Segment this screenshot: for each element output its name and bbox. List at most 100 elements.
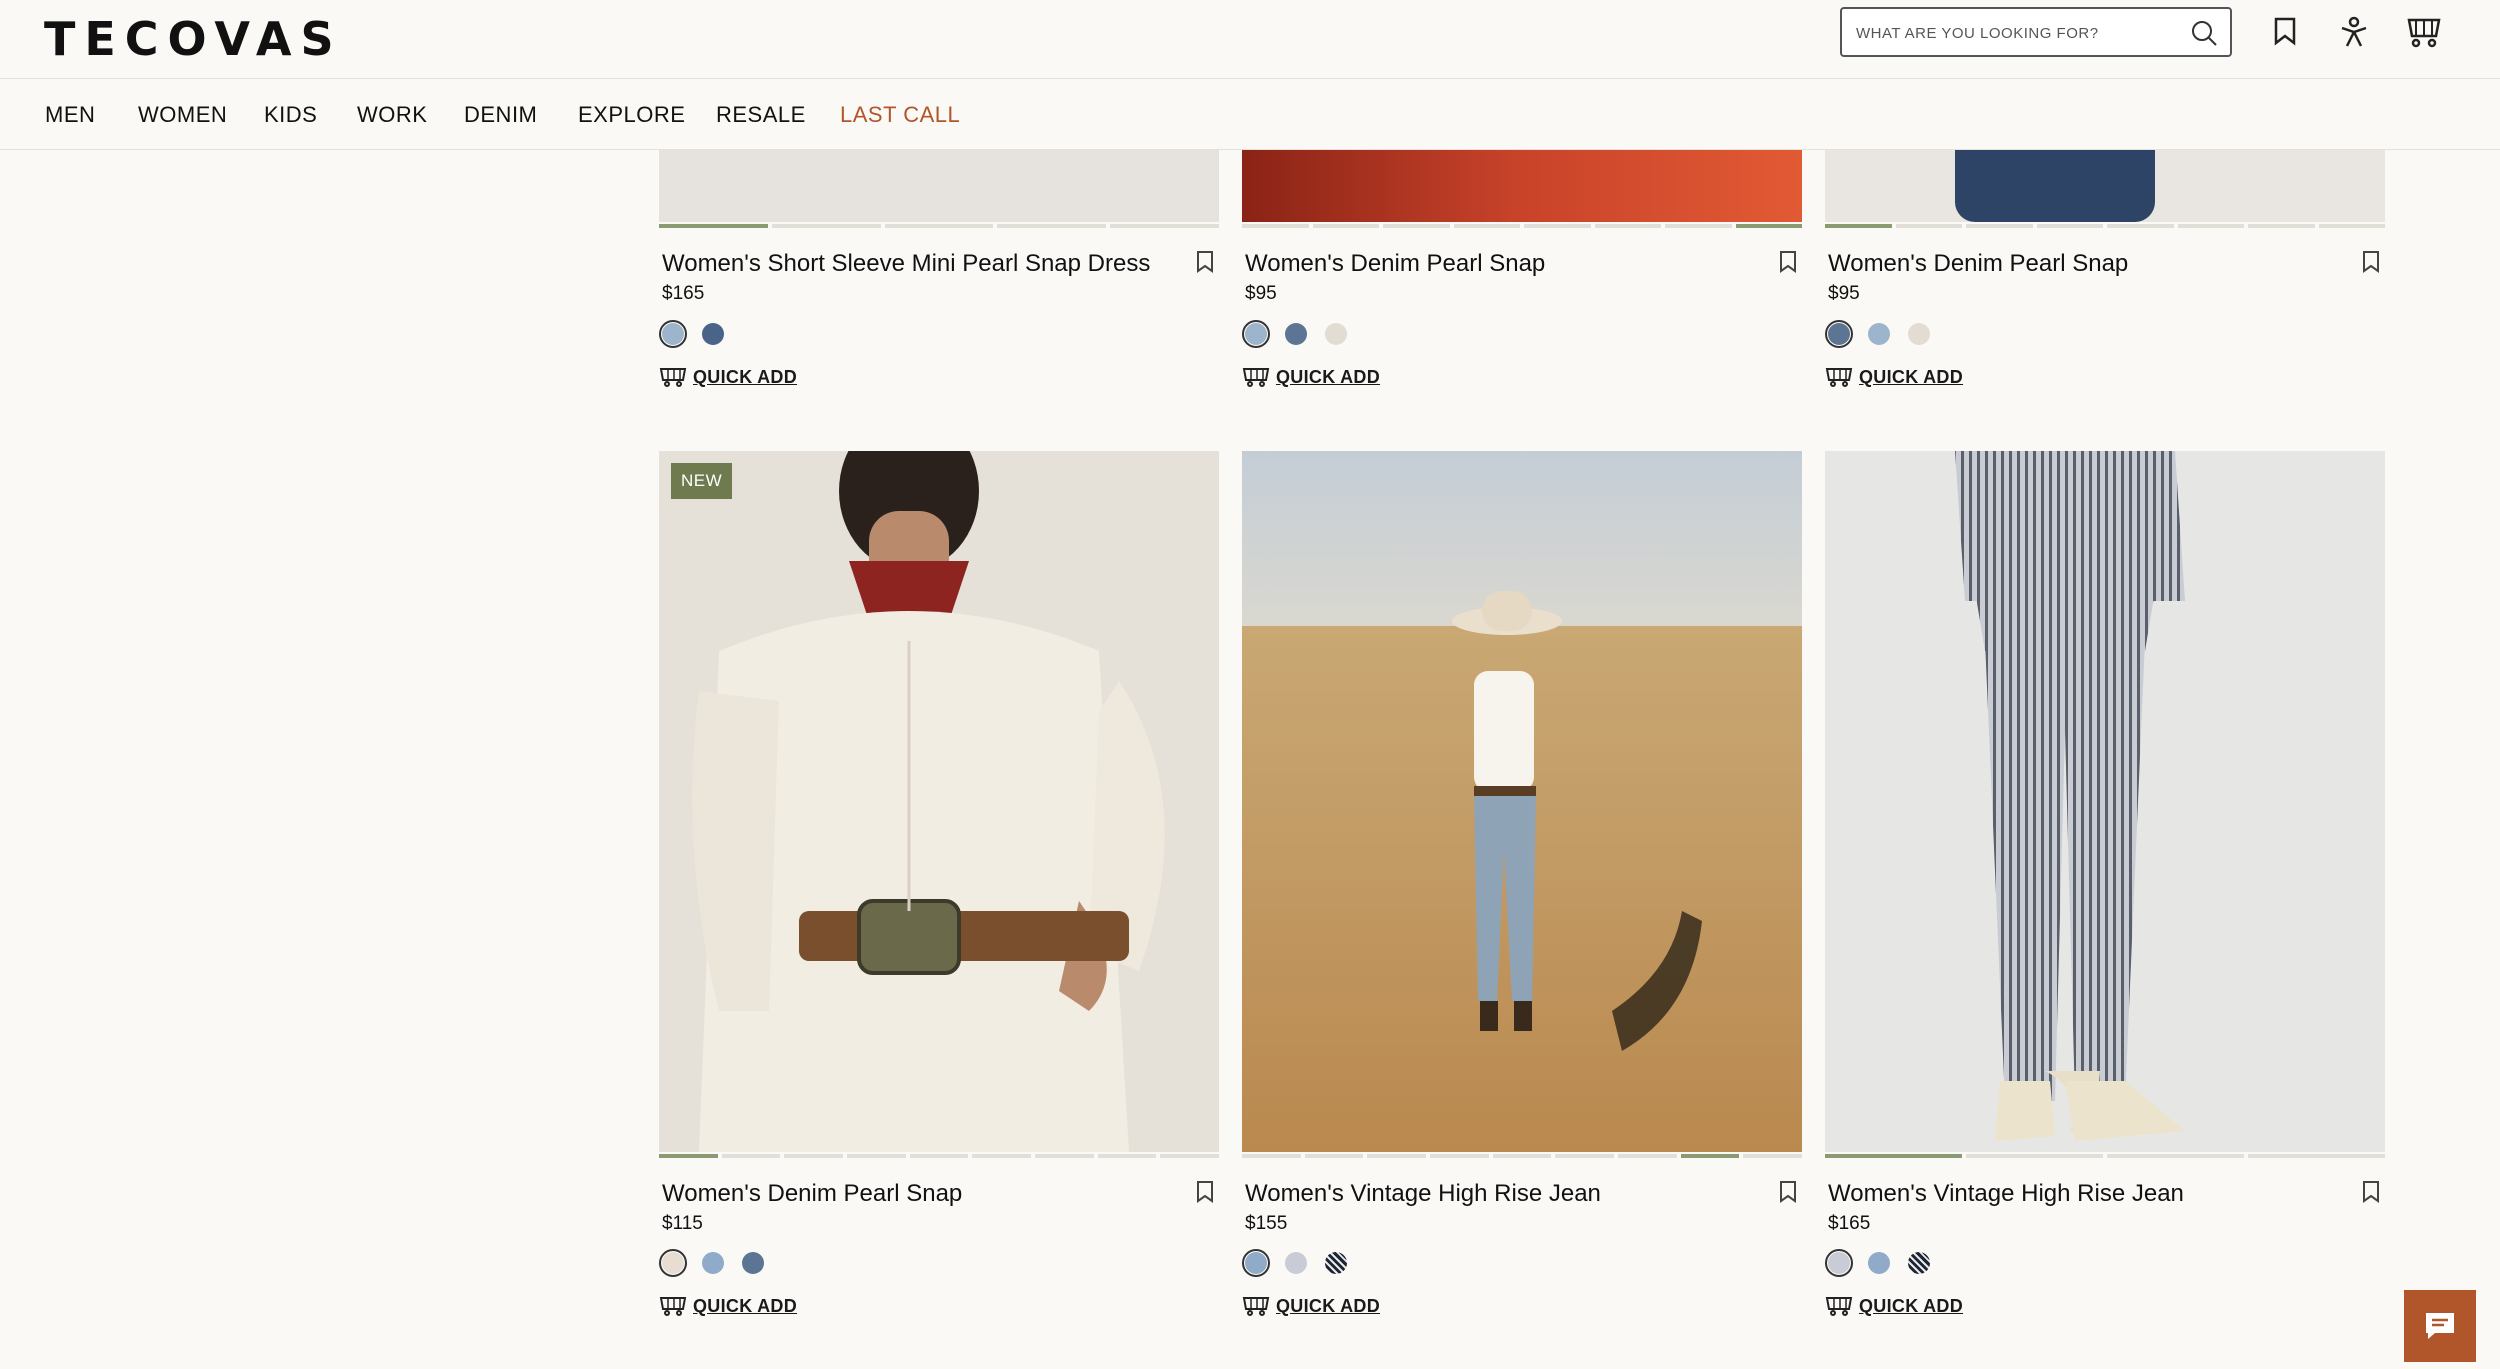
product-name[interactable]: Women's Denim Pearl Snap — [1828, 250, 2128, 278]
nav-denim[interactable]: DENIM — [464, 102, 537, 128]
product-photo — [659, 451, 1219, 1152]
product-card[interactable]: Women's Denim Pearl Snap $95 QUICK ADD — [1242, 150, 1802, 400]
product-price: $155 — [1245, 1213, 1288, 1234]
color-swatch[interactable] — [739, 1249, 767, 1277]
nav-kids[interactable]: KIDS — [264, 102, 317, 128]
nav-women[interactable]: WOMEN — [138, 102, 227, 128]
search-box[interactable] — [1840, 7, 2232, 57]
quick-add-label: QUICK ADD — [693, 1295, 798, 1316]
color-swatch[interactable] — [1242, 320, 1270, 348]
nav-last-call[interactable]: LAST CALL — [840, 102, 960, 128]
nav-men[interactable]: MEN — [45, 102, 95, 128]
cart-icon — [659, 1297, 687, 1316]
product-price: $95 — [1245, 283, 1277, 304]
product-card[interactable]: Women's Denim Pearl Snap $95 QUICK ADD — [1825, 150, 2385, 400]
quick-add-label: QUICK ADD — [1276, 366, 1381, 387]
color-swatch[interactable] — [1322, 320, 1350, 348]
image-carousel-indicator — [659, 224, 1219, 228]
product-card[interactable]: NEW Women's Denim Pearl Snap $115 QUICK … — [659, 451, 1220, 1331]
product-card[interactable]: Women's Vintage High Rise Jean $155 QUIC… — [1242, 451, 1803, 1331]
color-swatch[interactable] — [699, 320, 727, 348]
nav-resale[interactable]: RESALE — [716, 102, 806, 128]
image-carousel-indicator — [1825, 1154, 2385, 1158]
color-swatch[interactable] — [1282, 1249, 1310, 1277]
color-swatches — [1825, 320, 1933, 348]
cart-icon — [1242, 1297, 1270, 1316]
product-image[interactable] — [1825, 451, 2385, 1152]
quick-add-button[interactable]: QUICK ADD — [1825, 1295, 1963, 1317]
product-price: $165 — [1828, 1213, 1871, 1234]
color-swatches — [659, 1249, 767, 1277]
nav-explore[interactable]: EXPLORE — [578, 102, 685, 128]
bookmark-icon[interactable] — [2272, 16, 2298, 46]
color-swatch[interactable] — [1825, 1249, 1853, 1277]
quick-add-button[interactable]: QUICK ADD — [659, 1295, 797, 1317]
chat-button[interactable] — [2404, 1290, 2476, 1362]
top-header: TECOVAS — [0, 0, 2500, 79]
cart-icon[interactable] — [2406, 16, 2442, 48]
quick-add-button[interactable]: QUICK ADD — [659, 366, 797, 388]
color-swatch[interactable] — [1322, 1249, 1350, 1277]
product-price: $95 — [1828, 283, 1860, 304]
cart-icon — [1825, 368, 1853, 387]
color-swatches — [1825, 1249, 1933, 1277]
bookmark-icon[interactable] — [1195, 250, 1215, 274]
product-price: $165 — [662, 283, 705, 304]
product-image[interactable] — [1242, 451, 1802, 1152]
bookmark-icon[interactable] — [1195, 1180, 1215, 1204]
product-price: $115 — [662, 1213, 703, 1234]
main-nav: MEN WOMEN KIDS WORK DENIM EXPLORE RESALE… — [0, 79, 2500, 150]
bookmark-icon[interactable] — [2361, 1180, 2381, 1204]
color-swatch[interactable] — [1282, 320, 1310, 348]
image-carousel-indicator — [659, 1154, 1220, 1158]
quick-add-button[interactable]: QUICK ADD — [1242, 366, 1380, 388]
chat-icon — [2426, 1313, 2454, 1339]
quick-add-button[interactable]: QUICK ADD — [1825, 366, 1963, 388]
cart-icon — [1242, 368, 1270, 387]
image-carousel-indicator — [1242, 224, 1802, 228]
color-swatches — [1242, 320, 1350, 348]
product-name[interactable]: Women's Denim Pearl Snap — [662, 1180, 962, 1208]
image-carousel-indicator — [1242, 1154, 1803, 1158]
cart-icon — [659, 368, 687, 387]
cart-icon — [1825, 1297, 1853, 1316]
nav-work[interactable]: WORK — [357, 102, 427, 128]
color-swatch[interactable] — [1905, 320, 1933, 348]
product-name[interactable]: Women's Short Sleeve Mini Pearl Snap Dre… — [662, 250, 1150, 278]
account-icon[interactable] — [2338, 16, 2370, 48]
product-image[interactable]: NEW — [659, 451, 1219, 1152]
new-badge: NEW — [671, 463, 733, 499]
product-image[interactable] — [1825, 150, 2385, 222]
color-swatch[interactable] — [1865, 320, 1893, 348]
logo[interactable]: TECOVAS — [44, 12, 343, 66]
search-input[interactable] — [1854, 9, 2178, 57]
color-swatches — [659, 320, 727, 348]
bookmark-icon[interactable] — [1778, 250, 1798, 274]
bookmark-icon[interactable] — [2361, 250, 2381, 274]
product-name[interactable]: Women's Vintage High Rise Jean — [1828, 1180, 2184, 1208]
color-swatch[interactable] — [699, 1249, 727, 1277]
color-swatch[interactable] — [659, 320, 687, 348]
image-carousel-indicator — [1825, 224, 2385, 228]
color-swatch[interactable] — [1825, 320, 1853, 348]
product-photo — [1242, 451, 1802, 1152]
color-swatch[interactable] — [1905, 1249, 1933, 1277]
quick-add-label: QUICK ADD — [1859, 366, 1964, 387]
color-swatch[interactable] — [659, 1249, 687, 1277]
color-swatch[interactable] — [1242, 1249, 1270, 1277]
quick-add-label: QUICK ADD — [1276, 1295, 1381, 1316]
quick-add-label: QUICK ADD — [693, 366, 798, 387]
color-swatches — [1242, 1249, 1350, 1277]
product-name[interactable]: Women's Denim Pearl Snap — [1245, 250, 1545, 278]
product-image[interactable] — [1242, 150, 1802, 222]
quick-add-button[interactable]: QUICK ADD — [1242, 1295, 1380, 1317]
product-name[interactable]: Women's Vintage High Rise Jean — [1245, 1180, 1601, 1208]
quick-add-label: QUICK ADD — [1859, 1295, 1964, 1316]
bookmark-icon[interactable] — [1778, 1180, 1798, 1204]
product-card[interactable]: Women's Vintage High Rise Jean $165 QUIC… — [1825, 451, 2385, 1331]
color-swatch[interactable] — [1865, 1249, 1893, 1277]
product-image[interactable] — [659, 150, 1219, 222]
product-card[interactable]: Women's Short Sleeve Mini Pearl Snap Dre… — [659, 150, 1219, 400]
search-icon[interactable] — [2190, 19, 2218, 47]
product-photo — [1825, 451, 2385, 1152]
